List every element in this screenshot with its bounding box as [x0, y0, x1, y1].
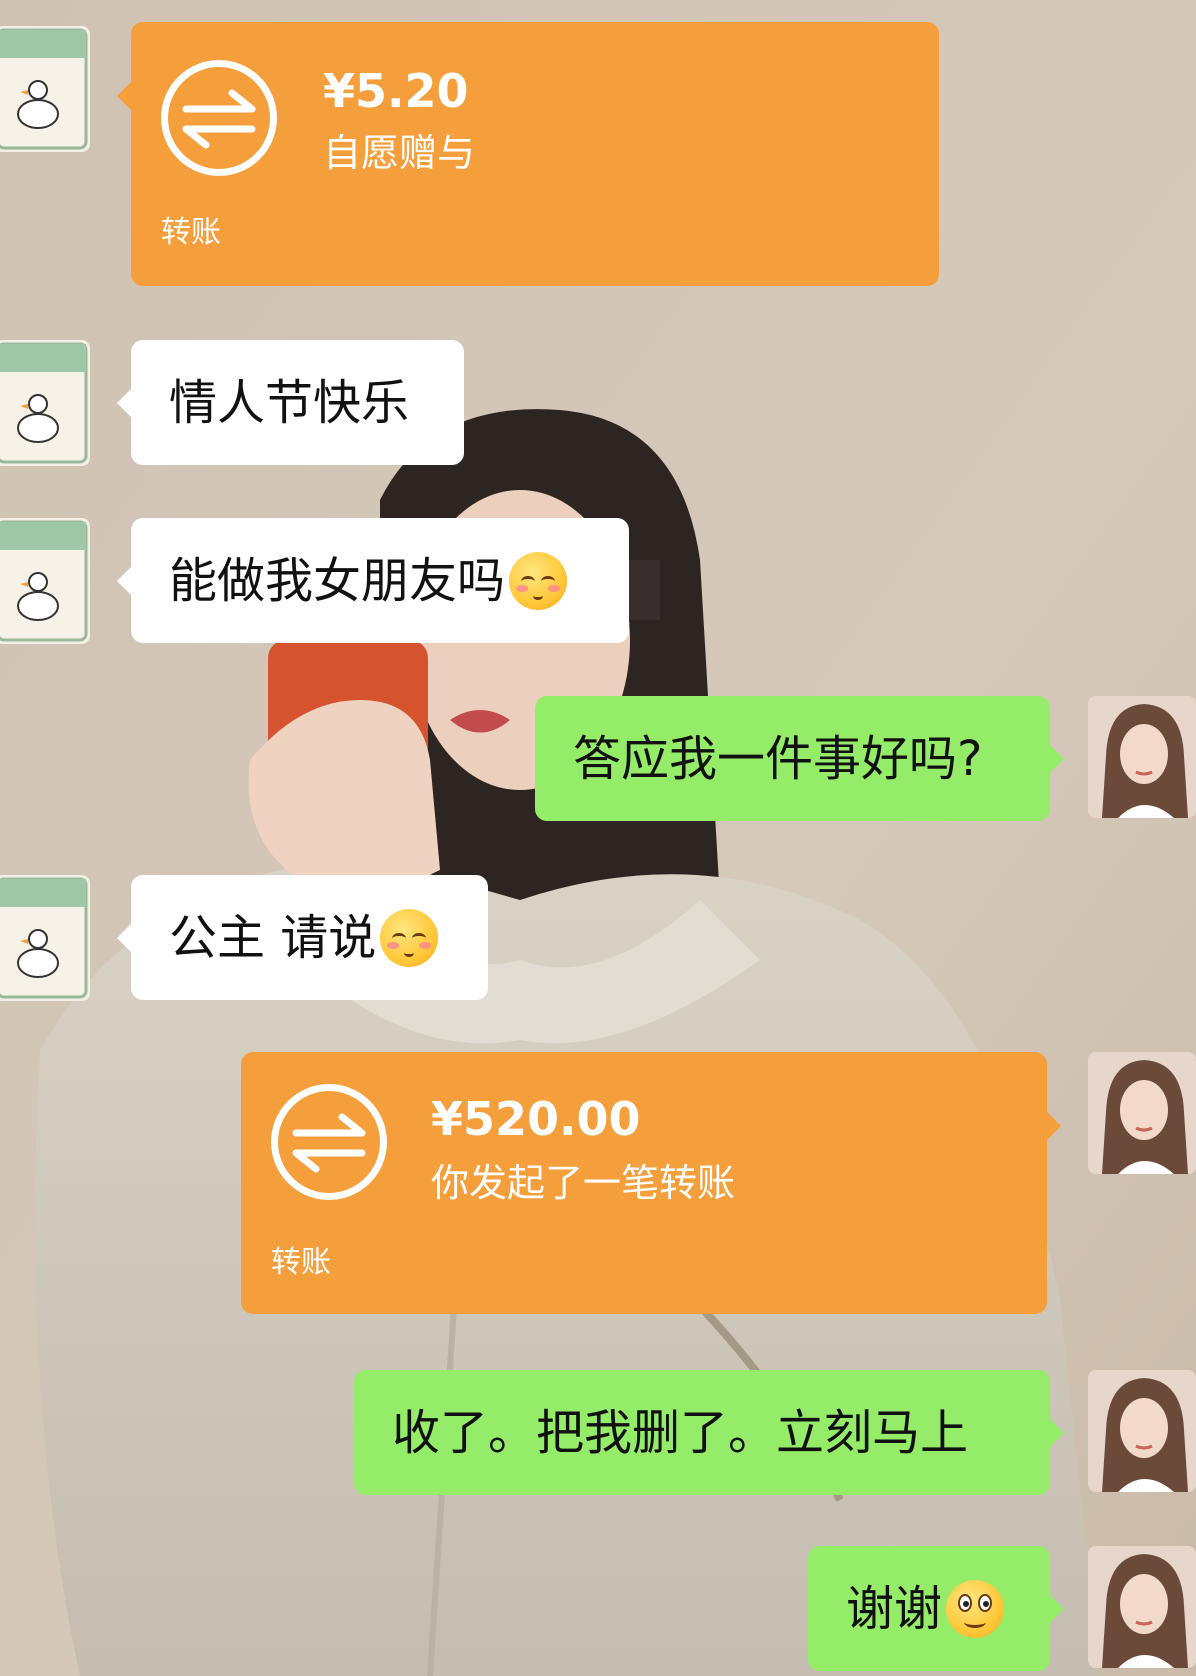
message-bubble[interactable]: 能做我女朋友吗 — [117, 518, 629, 643]
girl-photo-icon — [1088, 696, 1196, 818]
girl-photo-icon — [1088, 1546, 1196, 1668]
user-avatar[interactable] — [1088, 1370, 1196, 1492]
transfer-icon — [161, 60, 277, 176]
message-text: 能做我女朋友吗 — [169, 552, 506, 609]
transfer-card[interactable]: ¥5.20 自愿赠与 转账 — [117, 22, 939, 286]
contact-avatar[interactable] — [0, 340, 90, 466]
user-avatar[interactable] — [1088, 1052, 1196, 1174]
transfer-description: 自愿赠与 — [323, 131, 476, 175]
contact-avatar[interactable] — [0, 26, 90, 152]
goose-sticker-icon — [0, 342, 88, 464]
message-bubble[interactable]: 情人节快乐 — [117, 340, 464, 465]
message-text: 情人节快乐 — [169, 374, 410, 431]
message-text: 收了。把我删了。立刻马上 — [392, 1404, 969, 1461]
girl-photo-icon — [1088, 1052, 1196, 1174]
transfer-card[interactable]: ¥520.00 你发起了一笔转账 转账 — [241, 1052, 1061, 1314]
contact-avatar[interactable] — [0, 518, 90, 644]
goose-sticker-icon — [0, 520, 88, 642]
message-text: 谢谢 — [846, 1580, 943, 1637]
message-bubble[interactable]: 公主 请说 — [117, 875, 488, 1000]
shy-face-icon — [509, 551, 568, 610]
transfer-amount: ¥520.00 — [431, 1092, 641, 1146]
transfer-icon — [271, 1084, 387, 1200]
goose-sticker-icon — [0, 28, 88, 150]
message-bubble[interactable]: 收了。把我删了。立刻马上 — [354, 1370, 1064, 1495]
shy-face-icon — [380, 908, 439, 967]
message-bubble[interactable]: 谢谢 — [808, 1546, 1064, 1671]
message-text: 答应我一件事好吗? — [573, 730, 983, 787]
transfer-label: 转账 — [271, 1245, 331, 1280]
transfer-label: 转账 — [161, 215, 221, 250]
message-text: 公主 请说 — [169, 909, 377, 966]
girl-photo-icon — [1088, 1370, 1196, 1492]
user-avatar[interactable] — [1088, 696, 1196, 818]
contact-avatar[interactable] — [0, 875, 90, 1001]
transfer-amount: ¥5.20 — [323, 64, 469, 118]
goose-sticker-icon — [0, 877, 88, 999]
message-bubble[interactable]: 答应我一件事好吗? — [535, 696, 1064, 821]
user-avatar[interactable] — [1088, 1546, 1196, 1668]
transfer-description: 你发起了一笔转账 — [431, 1161, 736, 1205]
smile-face-icon — [946, 1579, 1005, 1638]
